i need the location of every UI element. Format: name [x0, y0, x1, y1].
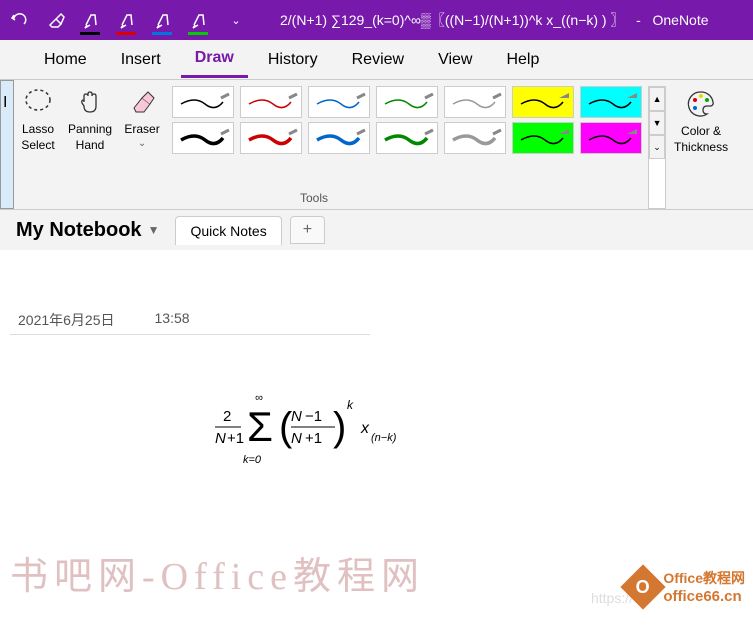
svg-text:k=0: k=0 — [243, 454, 262, 466]
highlighter-cyan[interactable] — [580, 86, 642, 118]
highlighter-blue-icon[interactable] — [152, 8, 176, 32]
svg-text:2: 2 — [223, 408, 231, 425]
section-tab[interactable]: Quick Notes — [175, 216, 281, 245]
pen-thick-gray[interactable] — [444, 122, 506, 154]
page-date-row: 2021年6月25日 13:58 — [10, 310, 370, 335]
highlighter-green-icon[interactable] — [188, 8, 212, 32]
tab-draw[interactable]: Draw — [181, 41, 248, 78]
customize-toolbar-icon[interactable]: ⌄ — [224, 8, 248, 32]
svg-text:k: k — [347, 398, 354, 412]
highlighter-black-icon[interactable] — [80, 8, 104, 32]
svg-text:Σ: Σ — [247, 403, 273, 450]
undo-icon[interactable] — [8, 8, 32, 32]
title-bar: ⌄ 2/(N+1) ∑129_(k=0)^∞▒〖((N−1)/(N+1))^k … — [0, 0, 753, 40]
logo-text-top: Office教程网 — [663, 568, 745, 588]
svg-text:N: N — [291, 430, 302, 447]
svg-text:I: I — [3, 94, 7, 111]
pen-thin-green[interactable] — [376, 86, 438, 118]
eraser-tool[interactable]: Eraser ⌄ — [118, 80, 166, 209]
page-date: 2021年6月25日 — [18, 310, 115, 330]
quick-access-toolbar: ⌄ — [8, 8, 248, 32]
color-thickness-tool[interactable]: Color & Thickness — [666, 80, 736, 209]
gallery-scroll-down[interactable]: ▼ — [649, 111, 665, 135]
notebook-bar: My Notebook ▼ Quick Notes + — [0, 210, 753, 250]
tab-help[interactable]: Help — [492, 43, 553, 77]
tab-history[interactable]: History — [254, 43, 332, 77]
ribbon-tabs: Home Insert Draw History Review View Hel… — [0, 40, 753, 80]
tab-review[interactable]: Review — [338, 43, 418, 77]
ribbon-group-label: Tools — [300, 191, 328, 205]
palette-icon — [683, 86, 719, 122]
notebook-name-text: My Notebook — [16, 219, 142, 242]
eraser-tool-icon — [124, 84, 160, 120]
gallery-expand[interactable]: ⌄ — [649, 135, 665, 159]
svg-text:+1: +1 — [227, 430, 244, 447]
highlighter-magenta[interactable] — [580, 122, 642, 154]
watermark-logo: O Office教程网 office66.cn — [627, 568, 745, 605]
logo-text-bottom: office66.cn — [663, 588, 745, 605]
pen-thick-blue[interactable] — [308, 122, 370, 154]
pen-gallery-scroll: ▲ ▼ ⌄ — [648, 86, 666, 209]
ribbon-content: I Lasso Select Panning Hand Eraser ⌄ — [0, 80, 753, 210]
add-section-button[interactable]: + — [290, 216, 325, 244]
svg-text:): ) — [333, 405, 346, 449]
pen-gallery — [166, 80, 648, 209]
title-formula: 2/(N+1) ∑129_(k=0)^∞▒〖((N−1)/(N+1))^k x_… — [280, 12, 624, 28]
title-app: OneNote — [652, 12, 708, 28]
lasso-select-tool[interactable]: Lasso Select — [14, 80, 62, 209]
window-title: 2/(N+1) ∑129_(k=0)^∞▒〖((N−1)/(N+1))^k x_… — [280, 10, 709, 30]
svg-text:N: N — [291, 408, 302, 425]
chevron-down-icon: ▼ — [148, 223, 160, 237]
tab-insert[interactable]: Insert — [107, 43, 175, 77]
svg-text:x: x — [360, 420, 370, 437]
svg-text:+1: +1 — [305, 430, 322, 447]
lasso-icon — [20, 84, 56, 120]
svg-text:(n−k): (n−k) — [371, 432, 397, 444]
math-formula[interactable]: ∞ Σ k=0 2 N +1 ( N −1 N +1 ) k x (n−k) — [215, 385, 455, 480]
notebook-selector[interactable]: My Notebook ▼ — [8, 215, 167, 246]
highlighter-red-icon[interactable] — [116, 8, 140, 32]
pen-thin-blue[interactable] — [308, 86, 370, 118]
page-time: 13:58 — [155, 310, 190, 330]
pen-thin-gray[interactable] — [444, 86, 506, 118]
watermark-text: 书吧网-Office教程网 — [10, 545, 425, 600]
pen-thick-green[interactable] — [376, 122, 438, 154]
hand-icon — [72, 84, 108, 120]
pen-thick-black[interactable] — [172, 122, 234, 154]
panning-hand-tool[interactable]: Panning Hand — [62, 80, 118, 209]
eraser-icon[interactable] — [44, 8, 68, 32]
svg-text:N: N — [215, 430, 226, 447]
pen-thick-red[interactable] — [240, 122, 302, 154]
svg-text:−1: −1 — [305, 408, 322, 425]
chevron-down-icon: ⌄ — [138, 138, 146, 149]
pen-thin-red[interactable] — [240, 86, 302, 118]
type-tool[interactable]: I — [0, 80, 14, 209]
tab-view[interactable]: View — [424, 43, 486, 77]
highlighter-green[interactable] — [512, 122, 574, 154]
pen-thin-black[interactable] — [172, 86, 234, 118]
tab-home[interactable]: Home — [30, 43, 101, 77]
gallery-scroll-up[interactable]: ▲ — [649, 87, 665, 111]
page-content[interactable]: 2021年6月25日 13:58 ∞ Σ k=0 2 N +1 ( N −1 N… — [0, 250, 753, 365]
highlighter-yellow[interactable] — [512, 86, 574, 118]
